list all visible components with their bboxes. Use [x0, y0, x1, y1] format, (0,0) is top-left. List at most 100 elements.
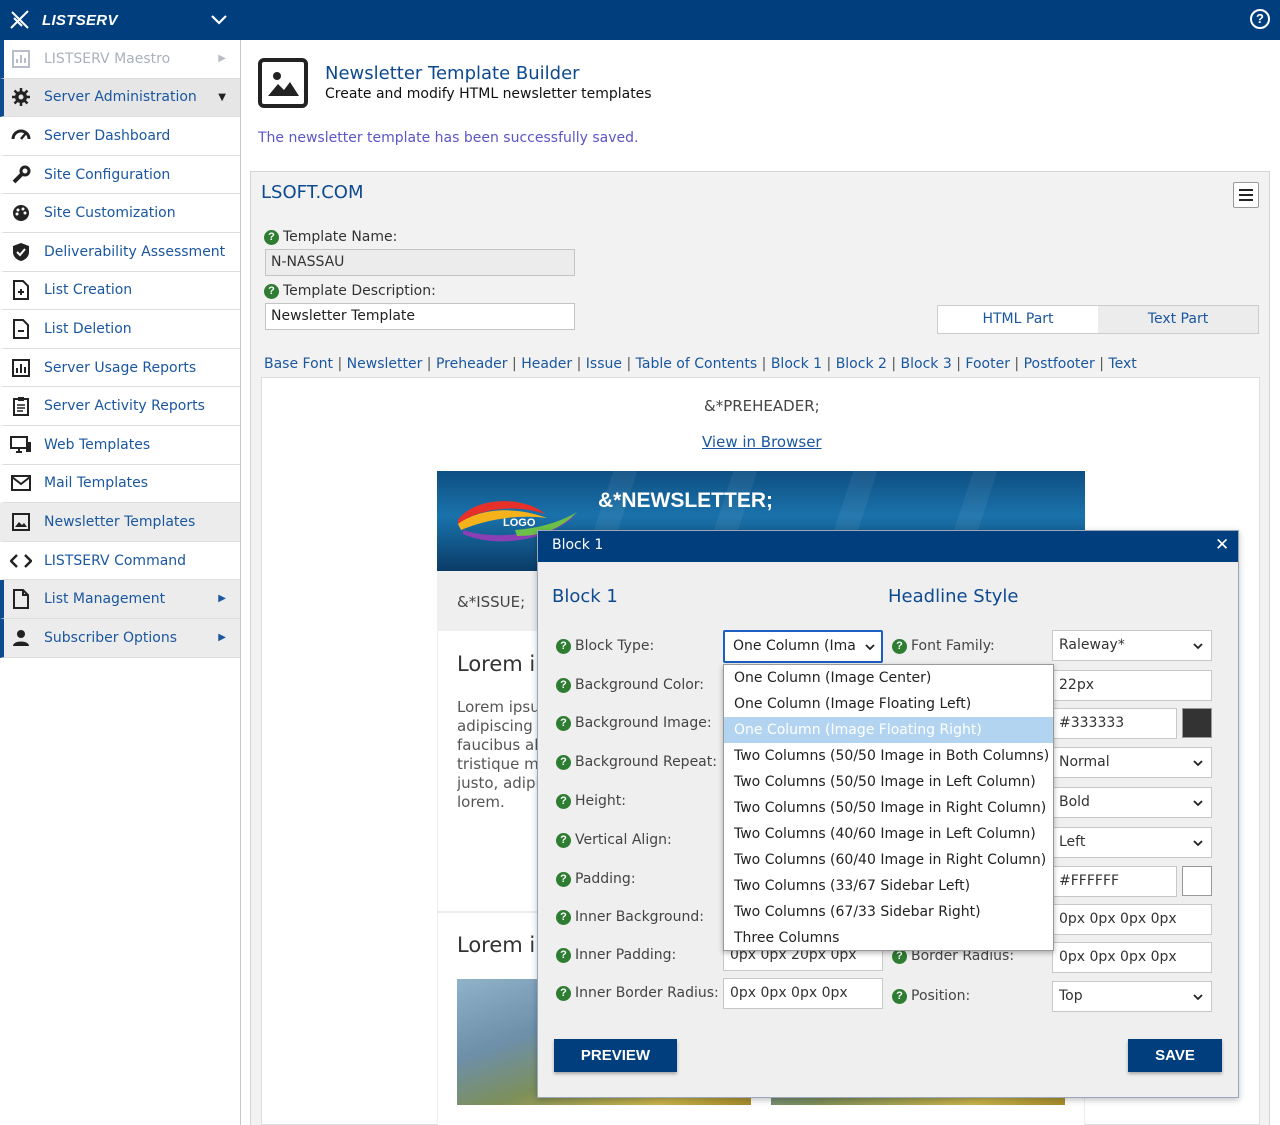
sidebar-item-mail-templates[interactable]: Mail Templates: [0, 464, 240, 504]
sidebar: LISTSERV Maestro ▶ Server Administration…: [0, 40, 241, 1125]
text-align-select[interactable]: Left: [1052, 827, 1212, 858]
link-block-2[interactable]: Block 2: [836, 356, 887, 372]
sidebar-item-list-creation[interactable]: List Creation: [0, 271, 240, 311]
block-type-select[interactable]: One Column (Ima: [723, 630, 883, 663]
background-color-swatch[interactable]: [1182, 866, 1212, 896]
sidebar-item-server-activity-reports[interactable]: Server Activity Reports: [0, 387, 240, 426]
sidebar-item-site-configuration[interactable]: Site Configuration: [0, 155, 240, 195]
padding-field[interactable]: 0px 0px 0px 0px: [1052, 904, 1212, 935]
help-icon[interactable]: ?: [264, 283, 279, 299]
view-in-browser-link[interactable]: View in Browser: [702, 433, 822, 451]
link-text[interactable]: Text: [1108, 356, 1136, 372]
font-weight-select[interactable]: Bold: [1052, 787, 1212, 818]
sidebar-item-label: Site Customization: [44, 205, 176, 222]
link-block-1[interactable]: Block 1: [771, 356, 822, 372]
block-type-option[interactable]: Two Columns (50/50 Image in Right Column…: [724, 795, 1053, 821]
sidebar-item-label: Site Configuration: [44, 166, 171, 183]
template-name-field[interactable]: N-NASSAU: [265, 249, 575, 276]
sidebar-item-newsletter-templates[interactable]: Newsletter Templates: [0, 503, 240, 542]
font-color-field[interactable]: #333333: [1052, 708, 1177, 739]
help-icon[interactable]: ?: [264, 229, 279, 245]
tab-text-part[interactable]: Text Part: [1098, 306, 1258, 333]
sidebar-item-list-management[interactable]: List Management ▶: [0, 580, 240, 619]
font-style-select[interactable]: Normal: [1052, 747, 1212, 778]
block-type-option[interactable]: Two Columns (33/67 Sidebar Left): [724, 873, 1053, 899]
sidebar-item-maestro[interactable]: LISTSERV Maestro ▶: [0, 40, 240, 79]
person-icon: [10, 627, 32, 649]
page-subtitle: Create and modify HTML newsletter templa…: [325, 86, 652, 102]
help-icon[interactable]: ?: [556, 985, 571, 1001]
clipboard-icon: [10, 395, 32, 417]
code-icon: [10, 550, 32, 572]
caret-down-icon: ▼: [218, 91, 226, 103]
block-type-option[interactable]: One Column (Image Center): [724, 665, 1053, 691]
brand[interactable]: LISTSERV: [8, 8, 118, 32]
help-icon[interactable]: ?: [556, 677, 571, 693]
help-icon[interactable]: ?: [556, 638, 571, 654]
save-button[interactable]: SAVE: [1128, 1039, 1222, 1072]
newsletter-image-icon: [258, 58, 308, 108]
sidebar-item-subscriber-options[interactable]: Subscriber Options ▶: [0, 618, 240, 658]
success-message: The newsletter template has been success…: [258, 130, 639, 146]
link-footer[interactable]: Footer: [965, 356, 1010, 372]
help-icon[interactable]: ?: [556, 947, 571, 963]
template-description-label: ? Template Description:: [264, 283, 436, 299]
preview-button[interactable]: PREVIEW: [554, 1039, 677, 1072]
link-preheader[interactable]: Preheader: [436, 356, 508, 372]
caret-right-icon: ▶: [218, 593, 226, 605]
link-issue[interactable]: Issue: [586, 356, 622, 372]
chevron-down-icon[interactable]: [210, 11, 228, 29]
link-newsletter[interactable]: Newsletter: [347, 356, 423, 372]
sidebar-item-server-administration[interactable]: Server Administration ▼: [0, 78, 240, 118]
position-select[interactable]: Top: [1052, 981, 1212, 1012]
help-icon[interactable]: ?: [892, 988, 907, 1004]
sidebar-item-label: Server Administration: [44, 89, 197, 106]
sidebar-item-site-customization[interactable]: Site Customization: [0, 194, 240, 233]
sidebar-item-label: Deliverability Assessment: [44, 243, 226, 260]
inner-border-radius-field[interactable]: 0px 0px 0px 0px: [723, 978, 883, 1009]
block-type-option[interactable]: Two Columns (60/40 Image in Right Column…: [724, 847, 1053, 873]
help-icon[interactable]: ?: [556, 871, 571, 887]
sidebar-item-listserv-command[interactable]: LISTSERV Command: [0, 541, 240, 581]
sidebar-item-server-usage-reports[interactable]: Server Usage Reports: [0, 348, 240, 388]
font-color-swatch[interactable]: [1182, 708, 1212, 738]
help-icon[interactable]: ?: [892, 638, 907, 654]
template-description-field[interactable]: Newsletter Template: [265, 303, 575, 330]
tab-html-part[interactable]: HTML Part: [938, 306, 1098, 333]
link-block-3[interactable]: Block 3: [901, 356, 952, 372]
font-size-field[interactable]: 22px: [1052, 670, 1212, 701]
block-type-option[interactable]: Two Columns (50/50 Image in Both Columns…: [724, 743, 1053, 769]
font-family-select[interactable]: Raleway*: [1052, 630, 1212, 661]
block-type-option[interactable]: Two Columns (67/33 Sidebar Right): [724, 899, 1053, 925]
background-color-field[interactable]: #FFFFFF: [1052, 866, 1177, 897]
caret-right-icon: ▶: [218, 53, 226, 64]
close-icon[interactable]: ✕: [1215, 535, 1229, 555]
help-icon[interactable]: ?: [556, 909, 571, 925]
border-radius-field[interactable]: 0px 0px 0px 0px: [1052, 942, 1212, 973]
help-icon[interactable]: ?: [556, 754, 571, 770]
help-icon[interactable]: ?: [556, 715, 571, 731]
background-repeat-label: ? Background Repeat:: [556, 754, 717, 770]
sidebar-item-label: Web Templates: [44, 436, 151, 453]
link-table-of-contents[interactable]: Table of Contents: [636, 356, 758, 372]
inner-border-radius-label: ? Inner Border Radius:: [556, 985, 719, 1001]
block-type-option-selected[interactable]: One Column (Image Floating Right): [724, 717, 1053, 743]
sidebar-item-list-deletion[interactable]: List Deletion: [0, 310, 240, 349]
page-title: Newsletter Template Builder: [325, 63, 580, 84]
sidebar-item-server-dashboard[interactable]: Server Dashboard: [0, 117, 240, 156]
help-icon[interactable]: ?: [1250, 9, 1270, 29]
block-type-option[interactable]: Two Columns (40/60 Image in Left Column): [724, 821, 1053, 847]
link-postfooter[interactable]: Postfooter: [1024, 356, 1095, 372]
block-type-option[interactable]: Three Columns: [724, 925, 1053, 951]
hamburger-menu-icon[interactable]: [1233, 182, 1259, 208]
help-icon[interactable]: ?: [556, 832, 571, 848]
link-header[interactable]: Header: [521, 356, 572, 372]
dialog-header: [538, 531, 1238, 562]
sidebar-item-deliverability-assessment[interactable]: Deliverability Assessment: [0, 232, 240, 272]
sidebar-item-web-templates[interactable]: Web Templates: [0, 425, 240, 465]
help-icon[interactable]: ?: [556, 793, 571, 809]
link-base-font[interactable]: Base Font: [264, 356, 333, 372]
block-type-option[interactable]: One Column (Image Floating Left): [724, 691, 1053, 717]
monitor-icon: [10, 434, 32, 456]
block-type-option[interactable]: Two Columns (50/50 Image in Left Column): [724, 769, 1053, 795]
